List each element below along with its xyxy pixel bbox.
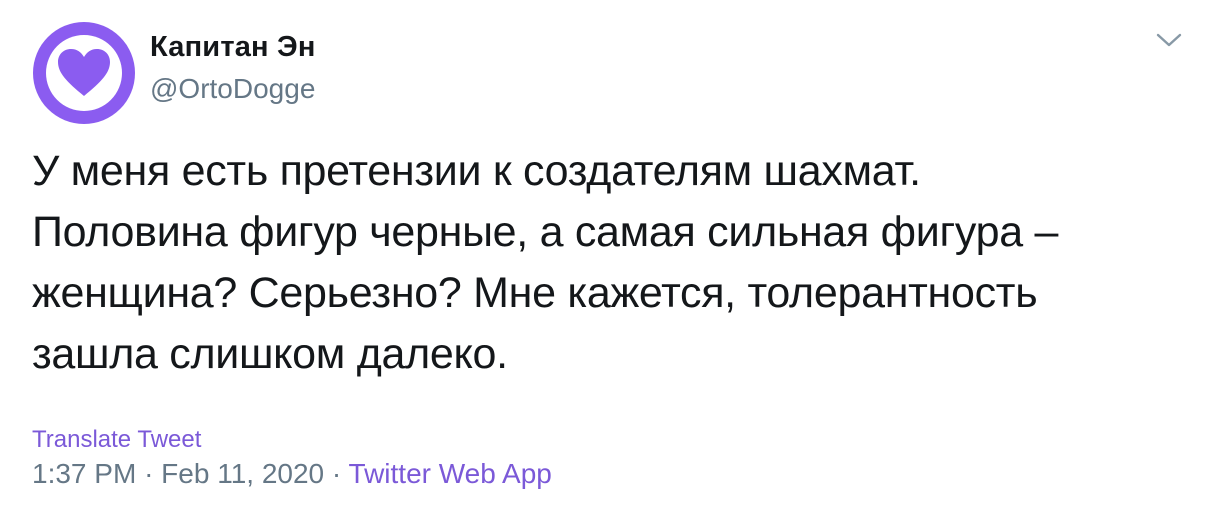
tweet-time[interactable]: 1:37 PM [32, 458, 136, 489]
chevron-down-icon [1156, 33, 1182, 47]
translate-tweet-link[interactable]: Translate Tweet [32, 426, 201, 454]
tweet-text-line: зашла слишком далеко. [32, 330, 508, 378]
tweet-text-line: У меня есть претензии к создателям шахма… [32, 147, 921, 195]
tweet-text: У меня есть претензии к создателям шахма… [32, 141, 1182, 385]
avatar[interactable] [33, 22, 135, 124]
author-handle[interactable]: @OrtoDogge [150, 73, 315, 105]
meta-separator: · [331, 458, 349, 489]
tweet-source-link[interactable]: Twitter Web App [349, 458, 552, 489]
tweet-text-line: Половина фигур черные, а самая сильная ф… [32, 208, 1059, 256]
meta-separator: · [144, 458, 162, 489]
tweet-menu-button[interactable] [1152, 28, 1186, 52]
tweet-card: Капитан Эн @OrtoDogge У меня есть претен… [0, 0, 1210, 522]
tweet-date[interactable]: Feb 11, 2020 [161, 458, 324, 489]
tweet-text-line: женщина? Серьезно? Мне кажется, толерант… [32, 269, 1038, 317]
heart-icon [58, 49, 110, 96]
author-name[interactable]: Капитан Эн [150, 31, 316, 64]
tweet-metadata: 1:37 PM · Feb 11, 2020 · Twitter Web App [32, 458, 552, 490]
avatar-inner [46, 35, 122, 111]
